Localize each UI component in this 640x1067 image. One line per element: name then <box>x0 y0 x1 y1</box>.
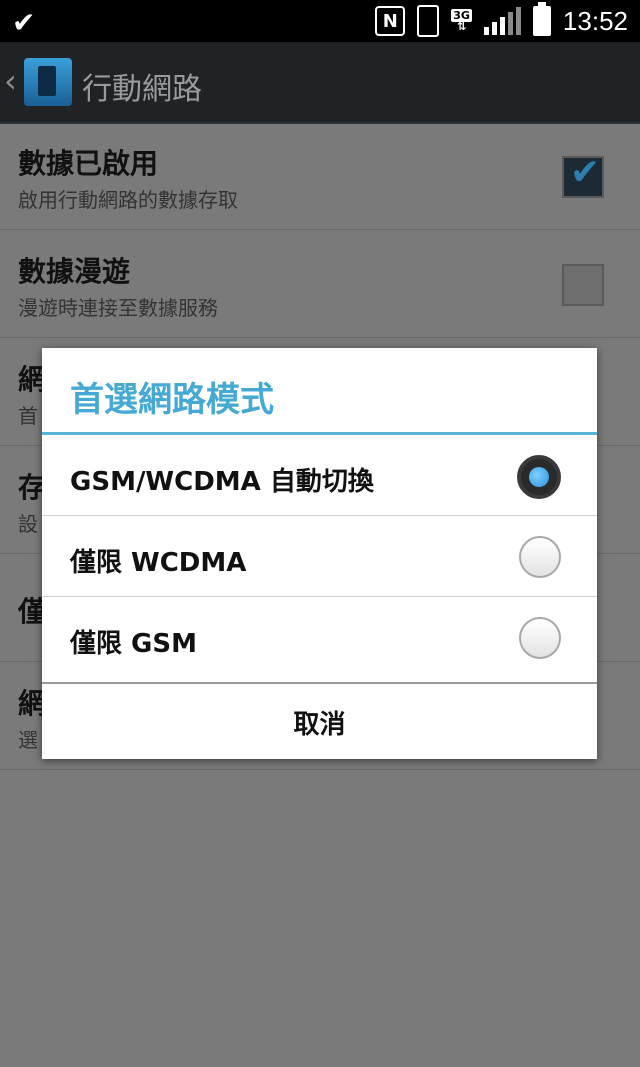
settings-item-subtitle: 漫遊時連接至數據服務 <box>18 296 218 320</box>
preferred-network-mode-dialog: 首選網路模式 GSM/WCDMA 自動切換 僅限 WCDMA 僅限 GSM 取消 <box>42 348 597 759</box>
option-label: 僅限 WCDMA <box>70 548 247 578</box>
check-icon: ✔ <box>12 6 36 39</box>
3g-data-icon: 3G ⇅ <box>451 9 472 33</box>
status-icons: N 3G ⇅ 13:52 <box>375 0 628 42</box>
radio-unselected-icon[interactable] <box>519 536 561 578</box>
vibrate-icon <box>417 5 440 37</box>
nfc-icon: N <box>375 6 406 36</box>
data-enabled-checkbox[interactable] <box>562 152 604 198</box>
radio-unselected-icon[interactable] <box>519 617 561 659</box>
data-roaming-checkbox[interactable] <box>562 264 604 306</box>
option-wcdma-only[interactable]: 僅限 WCDMA <box>42 516 597 597</box>
option-label: GSM/WCDMA 自動切換 <box>70 467 374 497</box>
status-bar: ✔ N 3G ⇅ 13:52 <box>0 0 640 42</box>
action-bar: ‹ 行動網路 <box>0 42 640 124</box>
settings-item-title: 數據已啟用 <box>18 147 159 180</box>
option-gsm-only[interactable]: 僅限 GSM <box>42 597 597 677</box>
cancel-button[interactable]: 取消 <box>42 682 597 761</box>
settings-item-subtitle: 啟用行動網路的數據存取 <box>18 188 238 212</box>
signal-icon <box>483 7 521 35</box>
radio-selected-icon[interactable] <box>517 455 561 499</box>
option-label: 僅限 GSM <box>70 629 197 659</box>
settings-item-data-roaming[interactable]: 數據漫遊 漫遊時連接至數據服務 <box>0 230 640 338</box>
option-gsm-wcdma-auto[interactable]: GSM/WCDMA 自動切換 <box>42 435 597 516</box>
settings-item-subtitle: 設 <box>18 512 38 536</box>
mobile-network-app-icon[interactable] <box>24 58 72 106</box>
settings-item-title: 數據漫遊 <box>18 255 131 288</box>
settings-item-subtitle: 選 <box>18 728 38 752</box>
battery-icon <box>532 2 551 36</box>
settings-item-data-enabled[interactable]: 數據已啟用 啟用行動網路的數據存取 <box>0 122 640 230</box>
settings-item-subtitle: 首 <box>18 404 38 428</box>
page-title: 行動網路 <box>82 72 202 107</box>
back-chevron-icon[interactable]: ‹ <box>4 62 17 100</box>
status-time: 13:52 <box>562 5 628 36</box>
dialog-title: 首選網路模式 <box>70 380 274 420</box>
